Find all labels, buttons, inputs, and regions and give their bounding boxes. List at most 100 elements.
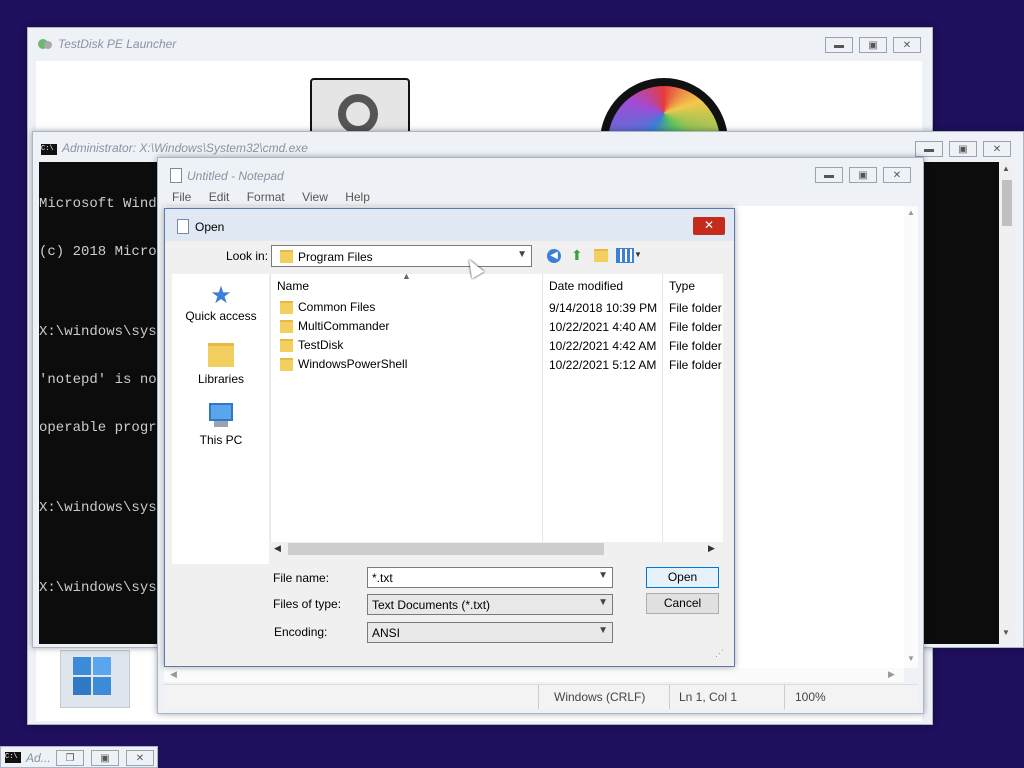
nav-this-pc[interactable]: This PC (185, 403, 257, 447)
file-date: 9/14/2018 10:39 PM (549, 301, 658, 315)
notepad-title: Untitled - Notepad (187, 169, 284, 183)
launcher-banner (266, 70, 734, 152)
taskbar-restore-button[interactable]: ❐ (56, 750, 84, 766)
file-name-input[interactable]: *.txt ▼ (367, 567, 613, 588)
column-type[interactable]: Type (669, 279, 695, 293)
scroll-right-icon[interactable]: ▶ (708, 543, 715, 554)
chevron-down-icon: ▼ (517, 249, 527, 260)
cmd-close-button[interactable]: ✕ (983, 141, 1011, 157)
file-name: MultiCommander (280, 317, 389, 336)
file-name: WindowsPowerShell (280, 355, 407, 374)
file-type: File folder (669, 320, 722, 334)
chevron-down-icon: ▼ (598, 625, 608, 636)
file-type: File folder (669, 358, 722, 372)
file-name-text: Common Files (298, 300, 376, 314)
cmd-scrollbar[interactable]: ▲ ▼ (999, 162, 1015, 642)
open-dialog-close-button[interactable]: ✕ (693, 217, 725, 235)
cmd-title: Administrator: X:\Windows\System32\cmd.e… (62, 141, 308, 155)
folder-icon (280, 250, 293, 263)
nav-this-pc-label: This PC (199, 433, 243, 447)
taskbar-item[interactable]: C:\ Ad... ❐ ▣ ✕ (0, 746, 158, 768)
column-name[interactable]: Name (277, 279, 309, 293)
open-dialog-icon (177, 219, 189, 234)
file-name-text: WindowsPowerShell (298, 357, 408, 371)
file-name: Common Files (280, 298, 375, 317)
look-in-dropdown[interactable]: Program Files ▼ (271, 245, 532, 267)
scroll-left-icon[interactable]: ◀ (274, 543, 281, 554)
cancel-button[interactable]: Cancel (646, 593, 719, 614)
notepad-app-icon (170, 168, 182, 183)
status-position: Ln 1, Col 1 (679, 690, 738, 704)
view-menu-chevron-icon[interactable]: ▼ (634, 250, 642, 259)
view-menu-icon[interactable] (616, 248, 634, 263)
file-date: 10/22/2021 4:40 AM (549, 320, 657, 334)
launcher-minimize-button[interactable]: ▬ (825, 37, 853, 53)
notepad-vscroll[interactable]: ▲ ▼ (904, 206, 918, 668)
look-in-value: Program Files (298, 250, 373, 264)
star-icon: ★ (210, 282, 232, 309)
folder-icon (280, 320, 293, 334)
file-date: 10/22/2021 5:12 AM (549, 358, 657, 372)
file-name: TestDisk (280, 336, 343, 355)
taskbar-item-label: Ad... (26, 751, 51, 765)
file-name-text: MultiCommander (298, 319, 390, 333)
new-folder-icon[interactable] (594, 249, 608, 262)
open-dialog-titlebar[interactable]: Open ✕ (165, 209, 734, 241)
launcher-titlebar[interactable]: TestDisk PE Launcher ▬ ▣ ✕ (28, 28, 932, 58)
file-type: File folder (669, 301, 722, 315)
open-button[interactable]: Open (646, 567, 719, 588)
encoding-value: ANSI (372, 626, 401, 640)
cmd-app-icon: C:\ (41, 144, 57, 155)
computer-icon (209, 403, 233, 421)
open-dialog-title: Open (195, 220, 225, 234)
menu-format[interactable]: Format (247, 190, 285, 204)
registry-editor-icon[interactable] (60, 650, 130, 708)
launcher-maximize-button[interactable]: ▣ (859, 37, 887, 53)
launcher-title: TestDisk PE Launcher (58, 37, 177, 51)
resize-grip-icon[interactable]: ⋰ (715, 648, 724, 659)
files-of-type-dropdown[interactable]: Text Documents (*.txt) ▼ (367, 594, 613, 615)
file-name-text: TestDisk (298, 338, 344, 352)
file-date: 10/22/2021 4:42 AM (549, 339, 657, 353)
encoding-dropdown[interactable]: ANSI ▼ (367, 622, 613, 643)
menu-help[interactable]: Help (345, 190, 370, 204)
notepad-titlebar[interactable]: Untitled - Notepad ▬ ▣ ✕ (158, 158, 923, 188)
menu-view[interactable]: View (302, 190, 328, 204)
menu-file[interactable]: File (172, 190, 191, 204)
notepad-menubar: File Edit Format View Help (172, 190, 384, 204)
encoding-label: Encoding: (274, 625, 328, 639)
notepad-statusbar: Windows (CRLF) Ln 1, Col 1 100% (164, 684, 918, 709)
nav-quick-access[interactable]: ★ Quick access (185, 282, 257, 324)
nav-quick-access-label: Quick access (185, 309, 257, 323)
launcher-close-button[interactable]: ✕ (893, 37, 921, 53)
launcher-app-icon-2 (44, 41, 52, 49)
column-date-modified[interactable]: Date modified (549, 279, 623, 293)
notepad-maximize-button[interactable]: ▣ (849, 167, 877, 183)
cmd-maximize-button[interactable]: ▣ (949, 141, 977, 157)
file-list-hscroll[interactable]: ◀ ▶ (270, 542, 722, 556)
chevron-down-icon: ▼ (598, 597, 608, 608)
up-folder-icon[interactable]: ⬆ (571, 247, 583, 264)
file-name-label: File name: (273, 571, 330, 585)
look-in-label: Look in: (226, 249, 269, 263)
folder-icon (280, 358, 293, 372)
file-type: File folder (669, 339, 722, 353)
cmd-minimize-button[interactable]: ▬ (915, 141, 943, 157)
status-line-ending: Windows (CRLF) (554, 690, 646, 704)
nav-libraries[interactable]: Libraries (185, 343, 257, 386)
taskbar-maximize-button[interactable]: ▣ (91, 750, 119, 766)
sort-chevron-up-icon: ▲ (402, 271, 411, 281)
menu-edit[interactable]: Edit (209, 190, 230, 204)
scroll-thumb[interactable] (288, 543, 604, 555)
notepad-minimize-button[interactable]: ▬ (815, 167, 843, 183)
chevron-down-icon[interactable]: ▼ (598, 570, 608, 581)
taskbar-close-button[interactable]: ✕ (126, 750, 154, 766)
status-zoom: 100% (795, 690, 826, 704)
folder-icon (280, 301, 293, 315)
files-of-type-label: Files of type: (273, 597, 342, 611)
back-icon[interactable]: ◀ (547, 249, 561, 263)
notepad-hscroll[interactable]: ◀ ▶ (164, 668, 904, 682)
notepad-close-button[interactable]: ✕ (883, 167, 911, 183)
folder-icon (280, 339, 293, 353)
nav-libraries-label: Libraries (197, 372, 245, 386)
